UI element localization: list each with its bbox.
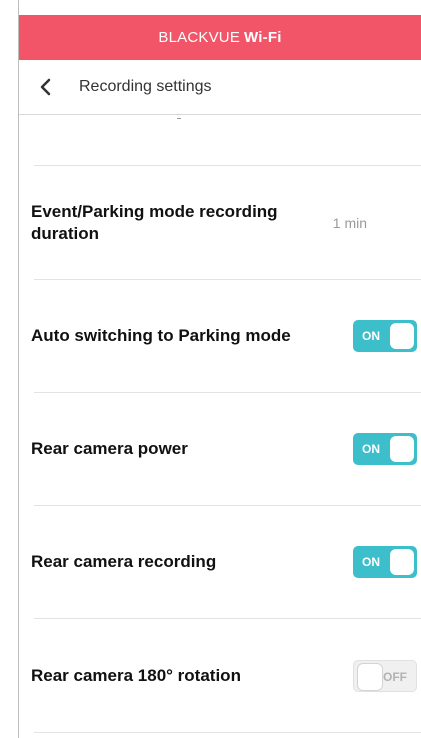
app-title-bar: BLACKVUE Wi-Fi <box>19 15 421 60</box>
setting-value: 1 min <box>332 214 367 231</box>
navigation-bar: Recording settings <box>19 60 421 115</box>
setting-label: Event/Parking mode recording duration <box>31 201 278 243</box>
rear-power-toggle[interactable]: ON <box>353 433 417 465</box>
setting-row-rear-rotation: Rear camera 180° rotation OFF <box>19 619 421 732</box>
toggle-knob <box>390 323 414 349</box>
divider <box>34 732 421 733</box>
toggle-knob <box>357 662 383 691</box>
toggle-knob <box>390 549 414 575</box>
app-frame: BLACKVUE Wi-Fi Recording settings Event/… <box>0 0 421 738</box>
app-brand: BLACKVUE <box>158 29 241 46</box>
setting-label: Rear camera 180° rotation <box>31 665 241 685</box>
setting-row-auto-parking: Auto switching to Parking mode ON <box>19 280 421 392</box>
toggle-state-label: ON <box>362 442 380 456</box>
app-brand-wifi: Wi-Fi <box>244 29 282 46</box>
rear-recording-toggle[interactable]: ON <box>353 546 417 578</box>
setting-row-event-duration[interactable]: Event/Parking mode recording duration 1 … <box>19 166 421 279</box>
setting-row-rear-power: Rear camera power ON <box>19 393 421 505</box>
back-button[interactable] <box>39 67 83 107</box>
setting-label: Rear camera recording <box>31 552 217 571</box>
chevron-left-icon <box>40 78 51 96</box>
toggle-knob <box>390 436 414 462</box>
auto-parking-toggle[interactable]: ON <box>353 320 417 352</box>
page-title: Recording settings <box>79 78 212 95</box>
settings-list[interactable]: Event/Parking mode recording duration 1 … <box>19 115 421 738</box>
setting-label: Rear camera power <box>31 439 188 458</box>
setting-row-rear-recording: Rear camera recording ON <box>19 506 421 618</box>
toggle-state-label: ON <box>362 555 380 569</box>
setting-label: Auto switching to Parking mode <box>31 326 291 345</box>
toggle-state-label: OFF <box>383 669 407 684</box>
rear-rotation-toggle[interactable]: OFF <box>353 659 417 692</box>
toggle-state-label: ON <box>362 329 380 343</box>
scroll-remnant-mark <box>177 118 181 119</box>
